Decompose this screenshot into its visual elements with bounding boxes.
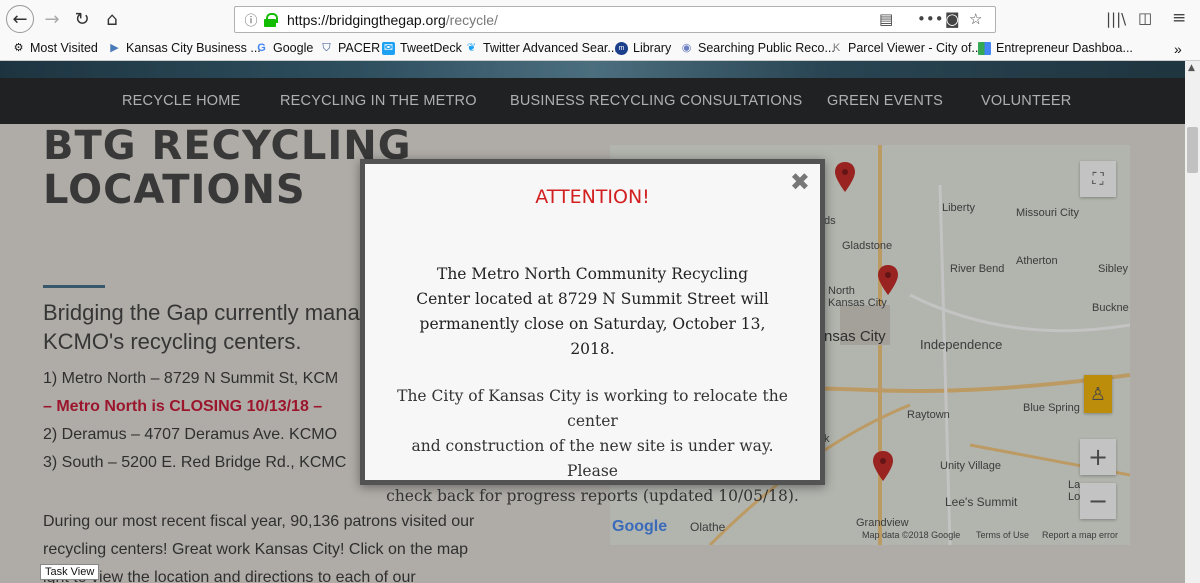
back-icon[interactable]: ←	[6, 5, 34, 33]
twitter-bird-icon: ❦	[466, 41, 477, 54]
gear-icon: ⚙	[13, 41, 24, 54]
more-actions-icon[interactable]: •••	[917, 10, 944, 28]
forward-icon[interactable]: →	[38, 5, 66, 33]
bookmark-parcel-viewer[interactable]: K Parcel Viewer - City of...	[830, 41, 982, 55]
bookmark-twitter-advanced[interactable]: ❦ Twitter Advanced Sear...	[465, 41, 618, 55]
reader-view-icon[interactable]: ▤	[879, 10, 893, 28]
library-logo-icon: m	[615, 41, 628, 55]
bookmark-label: TweetDeck	[400, 41, 462, 55]
home-icon[interactable]: ⌂	[98, 5, 126, 33]
bookmark-entrepreneur[interactable]: Entrepreneur Dashboa...	[978, 41, 1133, 55]
url-host: https://bridgingthegap.org	[287, 11, 446, 28]
task-view-tooltip: Task View	[40, 564, 100, 580]
bookmark-most-visited[interactable]: ⚙ Most Visited	[12, 41, 98, 55]
browser-toolbar: ← → ↻ ⌂ ⓘ https://bridgingthegap.org/rec…	[0, 0, 1200, 38]
bookmark-kc-business[interactable]: ▶ Kansas City Business ...	[108, 41, 261, 55]
bookmark-public-records[interactable]: ◉ Searching Public Reco...	[680, 41, 835, 55]
bookmark-label: Parcel Viewer - City of...	[848, 41, 982, 55]
bookmarks-overflow-icon[interactable]: »	[1174, 41, 1182, 57]
modal-line: check back for progress reports (updated…	[386, 487, 799, 505]
bookmark-pacer[interactable]: ⛉ PACER	[320, 41, 380, 55]
lock-icon	[263, 12, 279, 27]
dashboard-icon	[978, 41, 991, 55]
bookmark-label: Kansas City Business ...	[126, 41, 261, 55]
bookmark-label: Google	[273, 41, 314, 55]
google-icon: G	[257, 41, 266, 54]
bookmark-label: Twitter Advanced Sear...	[483, 41, 618, 55]
tweetdeck-icon: ✉	[382, 41, 395, 55]
sidebar-icon[interactable]: ◫	[1138, 9, 1152, 27]
bookmark-label: Searching Public Reco...	[698, 41, 835, 55]
modal-line: permanently close on Saturday, October 1…	[419, 315, 766, 358]
url-text[interactable]: https://bridgingthegap.org/recycle/	[287, 12, 498, 28]
modal-line: Center located at 8729 N Summit Street w…	[416, 290, 769, 308]
reload-icon[interactable]: ↻	[68, 5, 96, 33]
bookmark-label: Most Visited	[30, 41, 98, 55]
modal-line: and construction of the new site is unde…	[411, 437, 774, 480]
modal-heading: ATTENTION!	[535, 186, 650, 208]
globe-icon: ◉	[681, 41, 692, 54]
page-scrollbar[interactable]: ▲	[1185, 61, 1200, 583]
scroll-up-icon[interactable]: ▲	[1188, 63, 1195, 73]
modal-closure-message: The Metro North Community Recycling Cente…	[395, 262, 790, 362]
parcel-icon: K	[832, 41, 841, 54]
modal-line: The Metro North Community Recycling	[436, 265, 748, 283]
attention-modal: ✖ ATTENTION! The Metro North Community R…	[360, 159, 825, 505]
url-path: /recycle/	[445, 11, 498, 28]
modal-relocation-message: The City of Kansas City is working to re…	[385, 384, 800, 509]
shield-icon: ⛉	[322, 41, 331, 54]
modal-line: The City of Kansas City is working to re…	[397, 387, 788, 430]
flag-icon: ▶	[110, 41, 119, 54]
bookmark-tweetdeck[interactable]: ✉ TweetDeck	[382, 41, 462, 55]
bookmark-label: Library	[633, 41, 672, 55]
pocket-icon[interactable]: ◙	[945, 10, 960, 28]
menu-icon[interactable]: ≡	[1172, 8, 1186, 28]
bookmark-label: Entrepreneur Dashboa...	[996, 41, 1133, 55]
bookmark-star-icon[interactable]: ☆	[969, 10, 982, 28]
bookmarks-bar: ⚙ Most Visited ▶ Kansas City Business ... …	[0, 38, 1200, 61]
library-icon[interactable]: |||\	[1106, 10, 1126, 28]
bookmark-label: PACER	[338, 41, 381, 55]
info-icon[interactable]: ⓘ	[241, 10, 261, 29]
scrollbar-thumb[interactable]	[1187, 127, 1198, 173]
bookmark-library[interactable]: m Library	[615, 41, 671, 55]
bookmark-google[interactable]: G Google	[255, 41, 313, 55]
url-bar[interactable]: ⓘ https://bridgingthegap.org/recycle/ ▤ …	[234, 6, 996, 33]
